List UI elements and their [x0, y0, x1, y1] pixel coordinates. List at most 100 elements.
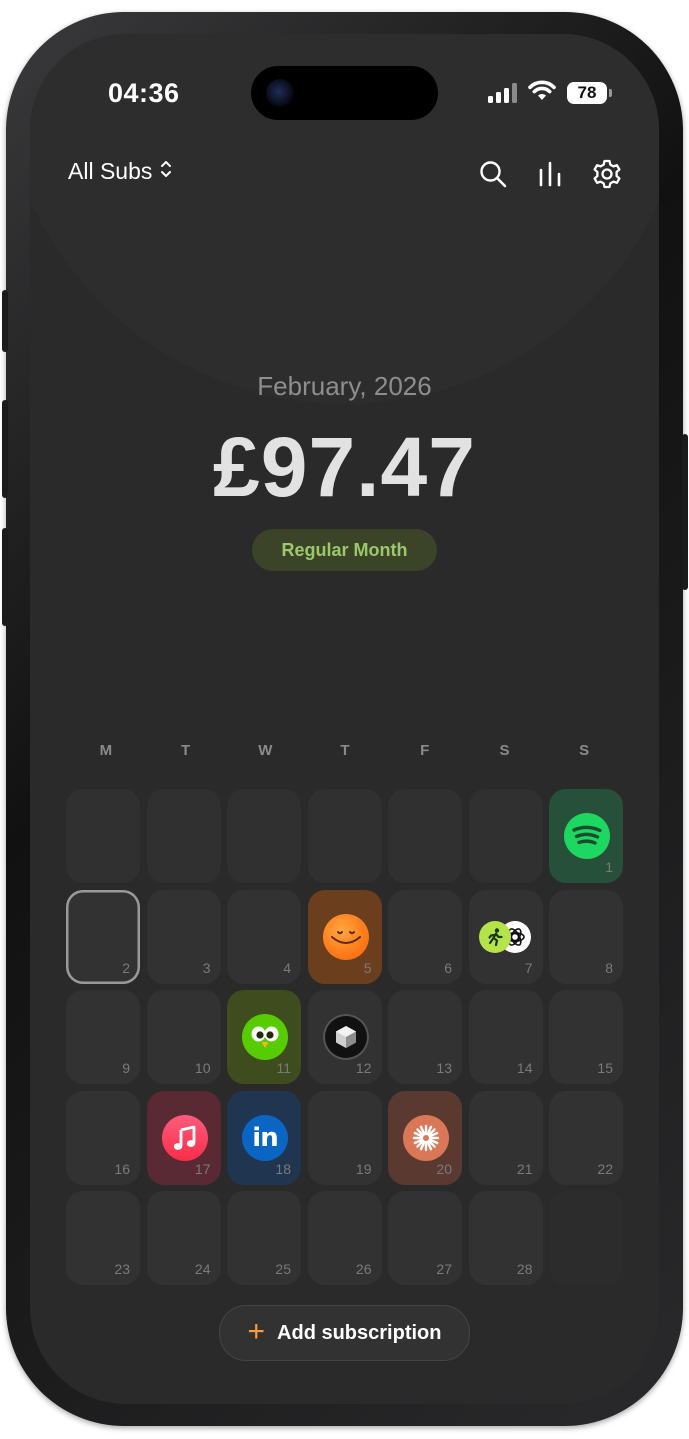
calendar-day-23[interactable]: 23 — [66, 1191, 140, 1285]
calendar-day-8[interactable]: 8 — [549, 889, 623, 984]
wifi-icon — [527, 80, 557, 107]
calendar-day-1[interactable]: 1 — [549, 789, 623, 883]
calendar-day-22[interactable]: 22 — [549, 1090, 623, 1185]
month-status-badge: Regular Month — [252, 529, 437, 571]
day-number: 21 — [516, 1160, 533, 1177]
linkedin-icon: in — [242, 1114, 288, 1161]
calendar-day-24[interactable]: 24 — [146, 1191, 221, 1285]
add-subscription-label: Add subscription — [277, 1321, 442, 1344]
weekday-label: T — [180, 742, 191, 759]
day-number: 24 — [194, 1261, 211, 1277]
battery-icon: 78 — [567, 82, 612, 104]
weekday-label: F — [420, 742, 430, 759]
add-subscription-button[interactable]: + Add subscription — [219, 1305, 470, 1361]
day-number: 15 — [597, 1060, 613, 1076]
day-number: 14 — [516, 1060, 533, 1076]
calendar-day-13[interactable]: 13 — [388, 990, 462, 1084]
day-number: 26 — [355, 1261, 372, 1277]
day-number: 4 — [283, 959, 291, 976]
calendar-day-3[interactable]: 3 — [146, 889, 221, 984]
calendar-day-4[interactable]: 4 — [227, 889, 301, 984]
day-number: 17 — [194, 1160, 211, 1177]
day-number: 3 — [202, 959, 211, 976]
calendar-empty-cell — [388, 789, 462, 883]
day-number: 9 — [122, 1060, 130, 1076]
weekday-label: M — [99, 742, 113, 759]
day-number: 5 — [363, 959, 372, 976]
day-number: 27 — [436, 1261, 452, 1277]
multi-subscription-icons — [478, 920, 535, 953]
calendar-empty-cell — [227, 789, 301, 883]
apple-music-icon — [161, 1114, 208, 1161]
weekday-label: W — [258, 742, 273, 759]
calendar-day-15[interactable]: 15 — [549, 990, 623, 1084]
day-number: 13 — [436, 1060, 452, 1076]
calendar-day-16[interactable]: 16 — [66, 1090, 140, 1185]
calendar-empty-cell — [146, 789, 221, 883]
day-number: 2 — [122, 959, 130, 976]
day-number: 16 — [114, 1160, 130, 1177]
calendar-grid: 1 2 3 4 5 6 7 8 9 10 11 12 13 14 15 16 1… — [66, 789, 623, 1285]
day-number: 23 — [114, 1261, 130, 1277]
day-number: 10 — [194, 1060, 211, 1076]
monthly-total: £97.47 — [213, 420, 476, 514]
day-number: 20 — [436, 1160, 452, 1177]
volume-up-button — [2, 400, 8, 498]
calendar-empty-cell — [468, 789, 543, 883]
calendar-day-27[interactable]: 27 — [388, 1191, 462, 1285]
calendar-day-18[interactable]: in 18 — [227, 1090, 301, 1185]
day-number: 11 — [276, 1060, 291, 1076]
day-number: 8 — [605, 959, 613, 976]
spotify-icon — [564, 813, 610, 859]
cellular-signal-icon — [488, 83, 517, 103]
calendar-day-12[interactable]: 12 — [307, 990, 382, 1084]
calendar-day-2[interactable]: 2 — [66, 889, 140, 984]
calendar-day-9[interactable]: 9 — [66, 990, 140, 1084]
calendar-day-7[interactable]: 7 — [468, 889, 543, 984]
gear-icon[interactable] — [591, 158, 623, 190]
status-time: 04:36 — [108, 78, 180, 108]
calendar-empty-cell — [549, 1191, 623, 1285]
filter-label: All Subs — [68, 158, 153, 184]
weekday-label: S — [499, 742, 510, 759]
claude-icon — [403, 1114, 449, 1161]
calendar-day-21[interactable]: 21 — [468, 1090, 543, 1185]
calendar-day-6[interactable]: 6 — [388, 889, 462, 984]
weekday-header: M T W T F S S — [66, 742, 624, 759]
weekday-label: T — [340, 742, 350, 759]
day-number: 7 — [524, 959, 533, 976]
day-number: 22 — [597, 1160, 613, 1177]
header-actions — [477, 158, 623, 190]
subscription-filter-button[interactable]: All Subs — [68, 158, 172, 185]
status-icons: 78 — [488, 80, 612, 107]
calendar-day-14[interactable]: 14 — [468, 990, 543, 1084]
calendar-day-25[interactable]: 25 — [227, 1191, 301, 1285]
day-number: 12 — [355, 1060, 372, 1076]
search-icon[interactable] — [477, 158, 509, 190]
stats-chart-icon[interactable] — [534, 158, 566, 190]
chevron-up-down-icon — [160, 158, 172, 185]
calendar-day-10[interactable]: 10 — [146, 990, 221, 1084]
month-label: February, 2026 — [257, 371, 432, 401]
cube-app-icon — [322, 1014, 369, 1060]
day-number: 6 — [444, 959, 452, 976]
plus-icon: + — [247, 1314, 266, 1348]
day-number: 1 — [605, 859, 613, 875]
calendar-day-17[interactable]: 17 — [146, 1090, 221, 1185]
day-number: 25 — [275, 1261, 291, 1277]
calendar-day-19[interactable]: 19 — [307, 1090, 382, 1185]
battery-level: 78 — [577, 83, 597, 102]
calendar-day-20[interactable]: 20 — [388, 1090, 462, 1185]
calendar-day-5[interactable]: 5 — [307, 889, 382, 984]
day-number: 28 — [516, 1261, 533, 1277]
power-button — [682, 434, 688, 590]
calendar-empty-cell — [66, 789, 140, 883]
calendar-day-26[interactable]: 26 — [307, 1191, 382, 1285]
headspace-icon — [322, 913, 369, 960]
fitness-runner-icon — [478, 920, 511, 953]
day-number: 18 — [275, 1160, 291, 1177]
calendar-day-11[interactable]: 11 — [227, 990, 301, 1084]
calendar-day-28[interactable]: 28 — [468, 1191, 543, 1285]
front-camera — [266, 79, 294, 107]
action-button — [2, 290, 8, 352]
